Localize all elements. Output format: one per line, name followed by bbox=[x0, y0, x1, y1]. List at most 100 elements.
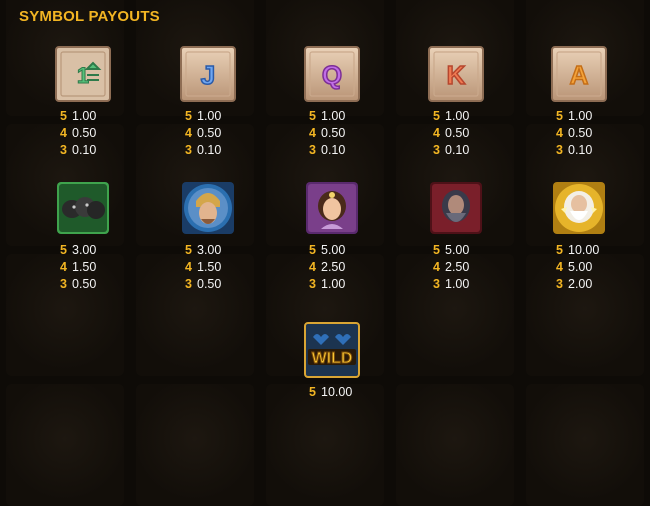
payout-count: 3 bbox=[309, 277, 316, 291]
payout-value: 1.50 bbox=[72, 260, 97, 274]
svg-text:K: K bbox=[447, 60, 466, 90]
helmeted-warrior-icon bbox=[179, 179, 237, 237]
payout-count: 5 bbox=[309, 385, 316, 399]
wild-icon: WILD bbox=[303, 321, 361, 379]
payout-value: 2.50 bbox=[321, 260, 346, 274]
payout-list: 5 1.00 4 0.50 3 0.10 bbox=[185, 108, 221, 159]
payout-count: 5 bbox=[556, 243, 563, 257]
payout-row: 4 1.50 bbox=[185, 259, 221, 276]
payout-value: 1.00 bbox=[321, 109, 346, 123]
payout-value: 5.00 bbox=[321, 243, 346, 257]
payout-count: 5 bbox=[60, 109, 67, 123]
payout-row: 3 2.00 bbox=[556, 276, 599, 293]
payout-row: 5 3.00 bbox=[60, 242, 96, 259]
payout-row: 5 1.00 bbox=[185, 108, 221, 125]
bg-tile bbox=[6, 384, 124, 506]
payout-count: 4 bbox=[556, 260, 563, 274]
ten-icon: 1 bbox=[54, 45, 112, 103]
payout-value: 2.50 bbox=[445, 260, 470, 274]
payout-value: 10.00 bbox=[321, 385, 353, 399]
payout-count: 3 bbox=[60, 277, 67, 291]
payout-value: 0.50 bbox=[568, 126, 593, 140]
dark-god-icon bbox=[427, 179, 485, 237]
payout-value: 3.00 bbox=[72, 243, 97, 257]
payout-count: 3 bbox=[433, 143, 440, 157]
payout-count: 3 bbox=[60, 143, 67, 157]
svg-text:J: J bbox=[201, 60, 215, 90]
payout-count: 3 bbox=[556, 143, 563, 157]
payout-value: 2.00 bbox=[568, 277, 593, 291]
payout-row: 4 0.50 bbox=[185, 125, 221, 142]
payout-value: 0.50 bbox=[72, 277, 97, 291]
svg-text:WILD: WILD bbox=[312, 350, 353, 367]
payout-list: 5 1.00 4 0.50 3 0.10 bbox=[556, 108, 592, 159]
payout-list: 5 3.00 4 1.50 3 0.50 bbox=[185, 242, 221, 293]
bg-tile bbox=[136, 384, 254, 506]
payout-row: 5 1.00 bbox=[556, 108, 592, 125]
zeus-icon bbox=[550, 179, 608, 237]
payout-row: 4 0.50 bbox=[556, 125, 592, 142]
payout-row: 3 0.10 bbox=[185, 142, 221, 159]
svg-text:A: A bbox=[570, 60, 589, 90]
payout-row: 3 0.10 bbox=[556, 142, 592, 159]
payout-row: 5 10.00 bbox=[556, 242, 599, 259]
page-title: SYMBOL PAYOUTS bbox=[19, 8, 160, 25]
payout-list: 5 1.00 4 0.50 3 0.10 bbox=[60, 108, 96, 159]
payout-value: 0.10 bbox=[568, 143, 593, 157]
payout-row: 4 2.50 bbox=[433, 259, 469, 276]
payout-row: 5 3.00 bbox=[185, 242, 221, 259]
payout-row: 3 0.10 bbox=[433, 142, 469, 159]
payout-count: 4 bbox=[309, 126, 316, 140]
payout-row: 4 0.50 bbox=[433, 125, 469, 142]
payout-count: 5 bbox=[309, 243, 316, 257]
svg-text:Q: Q bbox=[322, 60, 342, 90]
payout-value: 0.50 bbox=[72, 126, 97, 140]
jack-icon: J bbox=[179, 45, 237, 103]
payout-count: 4 bbox=[433, 126, 440, 140]
payout-row: 4 2.50 bbox=[309, 259, 345, 276]
payout-row: 4 0.50 bbox=[60, 125, 96, 142]
bg-tile bbox=[266, 384, 384, 506]
payout-row: 5 1.00 bbox=[433, 108, 469, 125]
payout-row: 5 10.00 bbox=[309, 384, 352, 401]
payout-count: 5 bbox=[556, 109, 563, 123]
payout-count: 5 bbox=[60, 243, 67, 257]
payout-row: 4 0.50 bbox=[309, 125, 345, 142]
payout-row: 5 5.00 bbox=[433, 242, 469, 259]
payout-count: 4 bbox=[556, 126, 563, 140]
payout-row: 4 1.50 bbox=[60, 259, 96, 276]
payout-count: 5 bbox=[185, 109, 192, 123]
payout-value: 1.00 bbox=[445, 277, 470, 291]
payout-value: 1.00 bbox=[568, 109, 593, 123]
payout-row: 4 5.00 bbox=[556, 259, 599, 276]
payout-count: 4 bbox=[60, 126, 67, 140]
payout-value: 1.00 bbox=[445, 109, 470, 123]
payout-row: 3 1.00 bbox=[433, 276, 469, 293]
payout-count: 5 bbox=[433, 109, 440, 123]
payout-value: 5.00 bbox=[445, 243, 470, 257]
payout-value: 0.10 bbox=[445, 143, 470, 157]
payout-count: 4 bbox=[185, 126, 192, 140]
payout-value: 0.10 bbox=[197, 143, 222, 157]
payout-count: 3 bbox=[309, 143, 316, 157]
payout-value: 5.00 bbox=[568, 260, 593, 274]
payout-value: 1.00 bbox=[321, 277, 346, 291]
ace-icon: A bbox=[550, 45, 608, 103]
payout-list: 5 5.00 4 2.50 3 1.00 bbox=[433, 242, 469, 293]
payout-list: 5 1.00 4 0.50 3 0.10 bbox=[433, 108, 469, 159]
payout-row: 5 1.00 bbox=[309, 108, 345, 125]
payout-count: 4 bbox=[60, 260, 67, 274]
payout-value: 1.00 bbox=[72, 109, 97, 123]
payout-list: 5 10.00 bbox=[309, 384, 352, 401]
payout-list: 5 3.00 4 1.50 3 0.50 bbox=[60, 242, 96, 293]
payout-count: 4 bbox=[309, 260, 316, 274]
black-horses-icon bbox=[54, 179, 112, 237]
payout-count: 5 bbox=[433, 243, 440, 257]
bg-tile bbox=[526, 384, 644, 506]
payout-count: 3 bbox=[556, 277, 563, 291]
payout-list: 5 5.00 4 2.50 3 1.00 bbox=[309, 242, 345, 293]
payout-value: 0.10 bbox=[321, 143, 346, 157]
payout-row: 3 0.50 bbox=[60, 276, 96, 293]
bg-tile bbox=[396, 384, 514, 506]
payout-value: 3.00 bbox=[197, 243, 222, 257]
